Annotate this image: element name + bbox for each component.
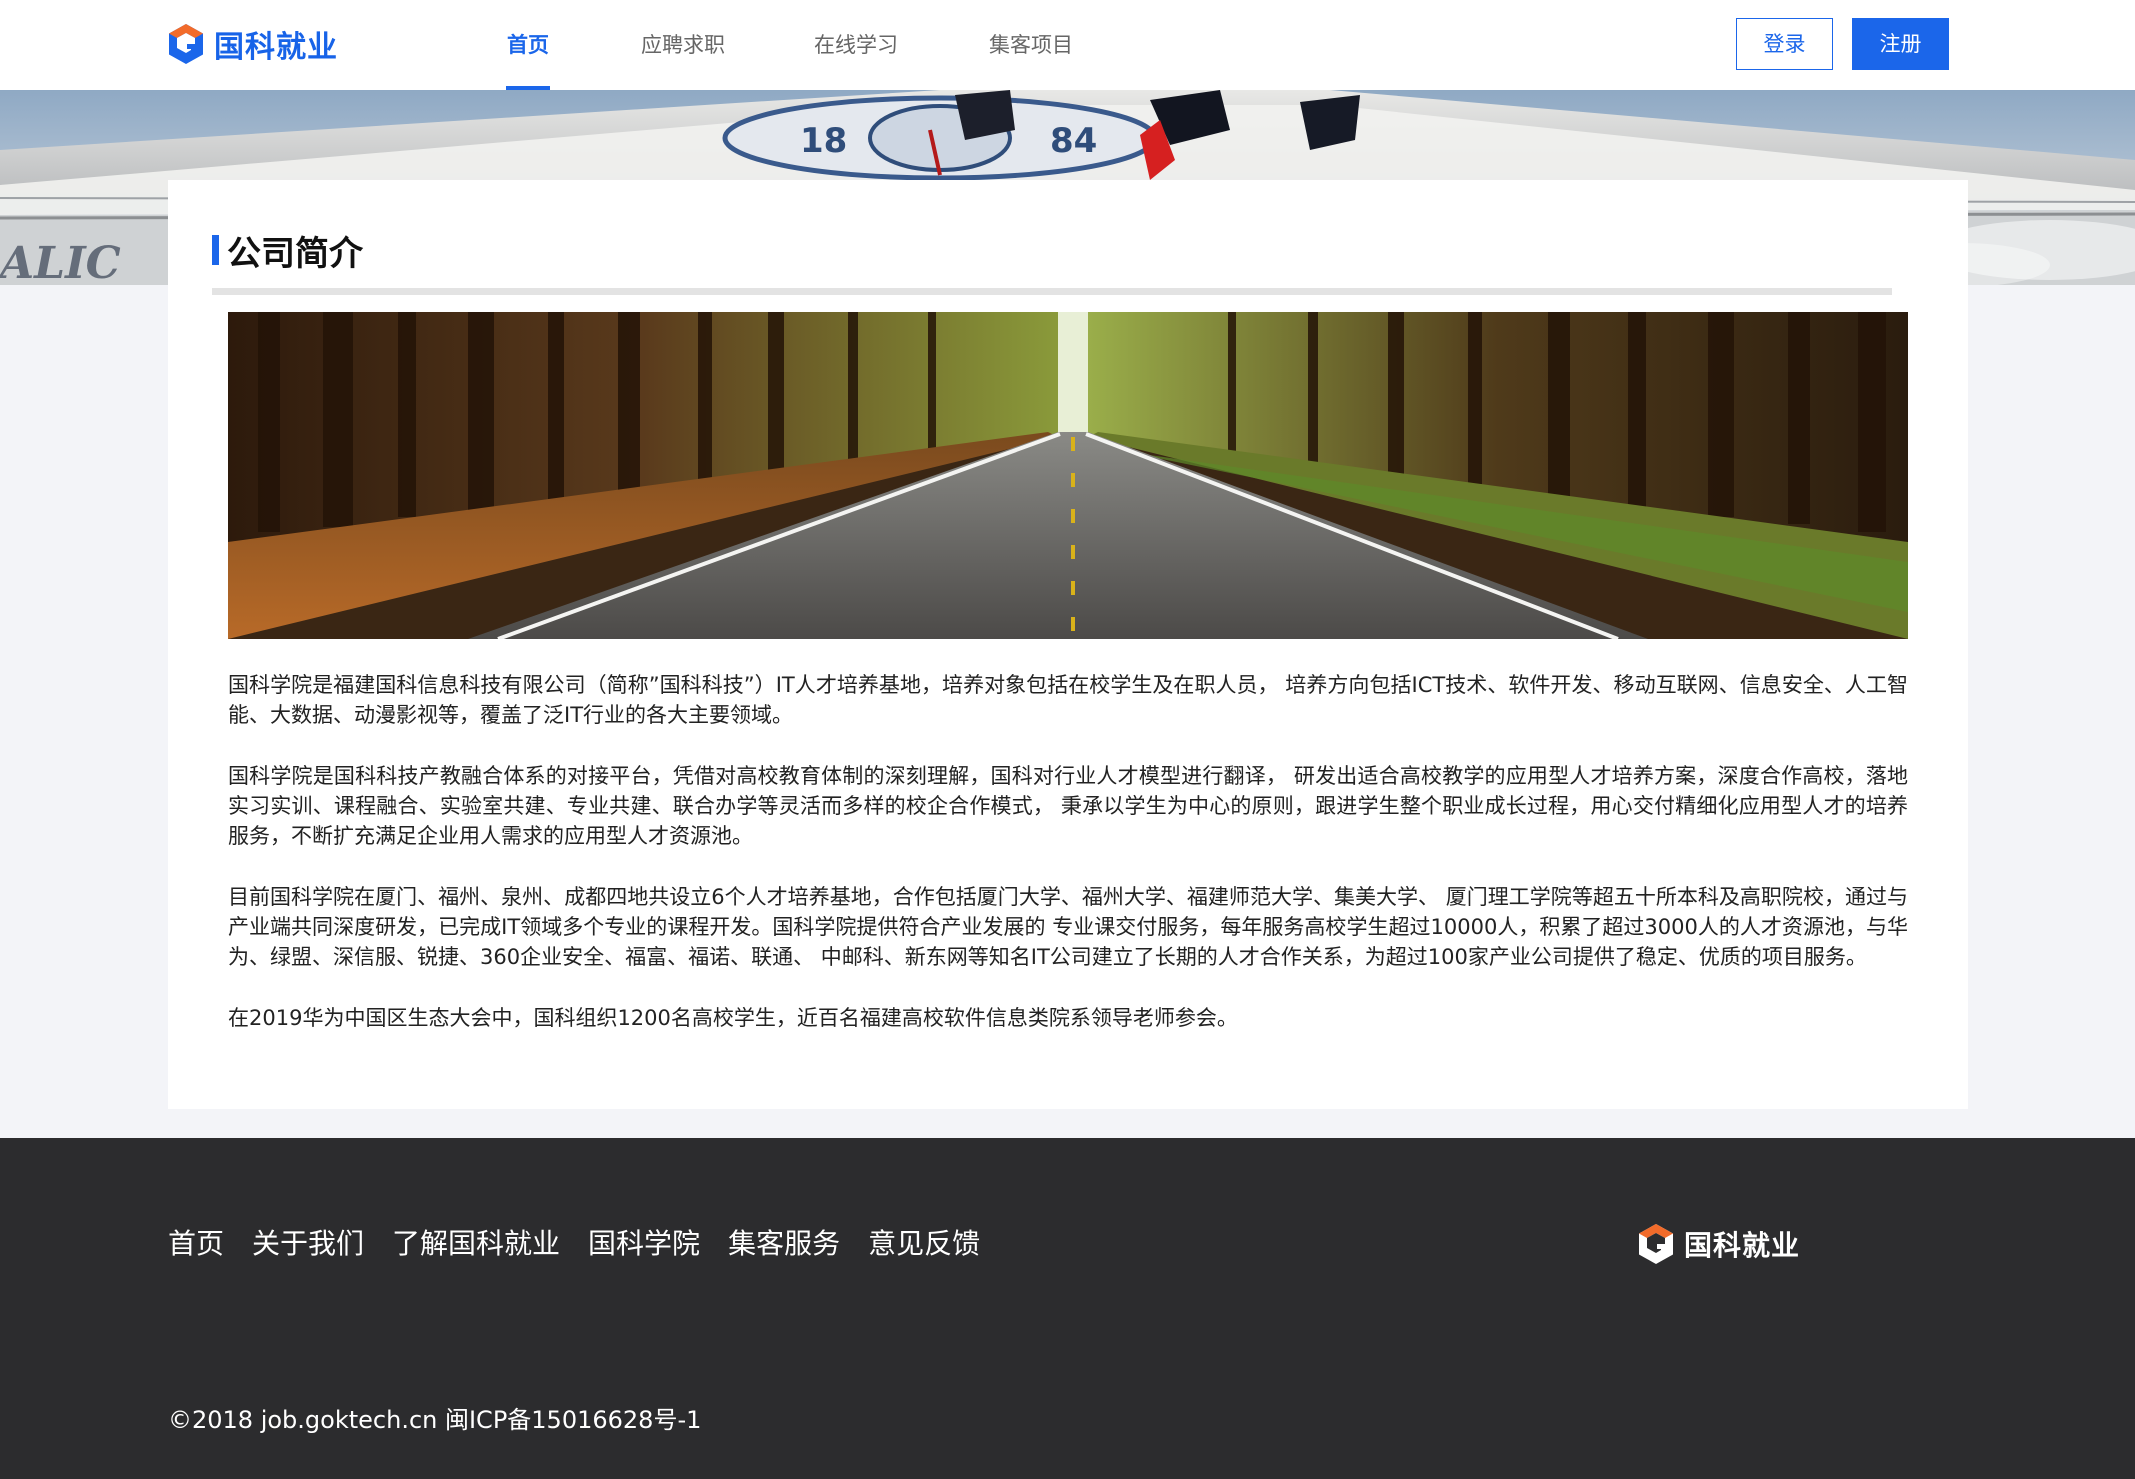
footer-link-services[interactable]: 集客服务: [728, 1224, 840, 1264]
intro-paragraph: 在2019华为中国区生态大会中，国科组织1200名高校学生，近百名福建高校软件信…: [228, 1006, 1238, 1030]
section-title: 公司简介: [227, 233, 363, 274]
top-header: 国科就业 首页 应聘求职 在线学习 集客项目 登录 注册: [0, 0, 2135, 90]
site-footer: 首页 关于我们 了解国科就业 国科学院 集客服务 意见反馈 国科就业 ©2018…: [0, 1138, 2135, 1479]
medallion-digits-left: 18: [800, 121, 847, 161]
footer-brand-name: 国科就业: [1684, 1229, 1801, 1262]
brand-logo[interactable]: 国科就业: [166, 22, 338, 66]
footer-brand-logo[interactable]: 国科就业: [1636, 1222, 1800, 1266]
footer-logo-mark-icon: [1639, 1224, 1673, 1264]
footer-link-academy[interactable]: 国科学院: [588, 1224, 700, 1264]
intro-paragraphs: 国科学院是福建国科信息科技有限公司（简称”国科科技”）IT人才培养基地，培养对象…: [228, 670, 1908, 1064]
nav-job-search[interactable]: 应聘求职: [640, 0, 726, 90]
footer-link-feedback[interactable]: 意见反馈: [868, 1224, 980, 1264]
brand-name: 国科就业: [214, 30, 338, 65]
copyright-text: ©2018 job.goktech.cn 闽ICP备15016628号-1: [168, 1406, 702, 1434]
login-button[interactable]: 登录: [1736, 18, 1833, 70]
intro-paragraph: 国科学院是福建国科信息科技有限公司（简称”国科科技”）IT人才培养基地，培养对象…: [228, 673, 1908, 727]
nav-online-learning[interactable]: 在线学习: [813, 0, 899, 90]
footer-link-home[interactable]: 首页: [168, 1224, 224, 1264]
footer-link-about[interactable]: 关于我们: [252, 1224, 364, 1264]
company-intro-card: 公司简介 国科学院是福建国科信息科技有限公司（简称”国科科技”）IT人才培养基地…: [168, 180, 1968, 1109]
intro-paragraph: 目前国科学院在厦门、福州、泉州、成都四地共设立6个人才培养基地，合作包括厦门大学…: [228, 885, 1908, 969]
nav-projects[interactable]: 集客项目: [988, 0, 1074, 90]
footer-nav: 首页 关于我们 了解国科就业 国科学院 集客服务 意见反馈: [168, 1224, 1008, 1264]
register-button[interactable]: 注册: [1852, 18, 1949, 70]
heading-accent-bar: [212, 235, 219, 265]
nav-home[interactable]: 首页: [506, 0, 550, 90]
footer-link-learn-more[interactable]: 了解国科就业: [392, 1224, 560, 1264]
forest-road-image: [228, 312, 1908, 639]
section-heading: 公司简介: [212, 230, 363, 274]
medallion-digits-right: 84: [1050, 121, 1097, 161]
brand-logo-mark-icon: [169, 24, 203, 64]
intro-paragraph: 国科学院是国科科技产教融合体系的对接平台，凭借对高校教育体制的深刻理解，国科对行…: [228, 764, 1908, 848]
heading-divider: [212, 288, 1892, 295]
banner-inscription: ALIC: [0, 238, 121, 285]
